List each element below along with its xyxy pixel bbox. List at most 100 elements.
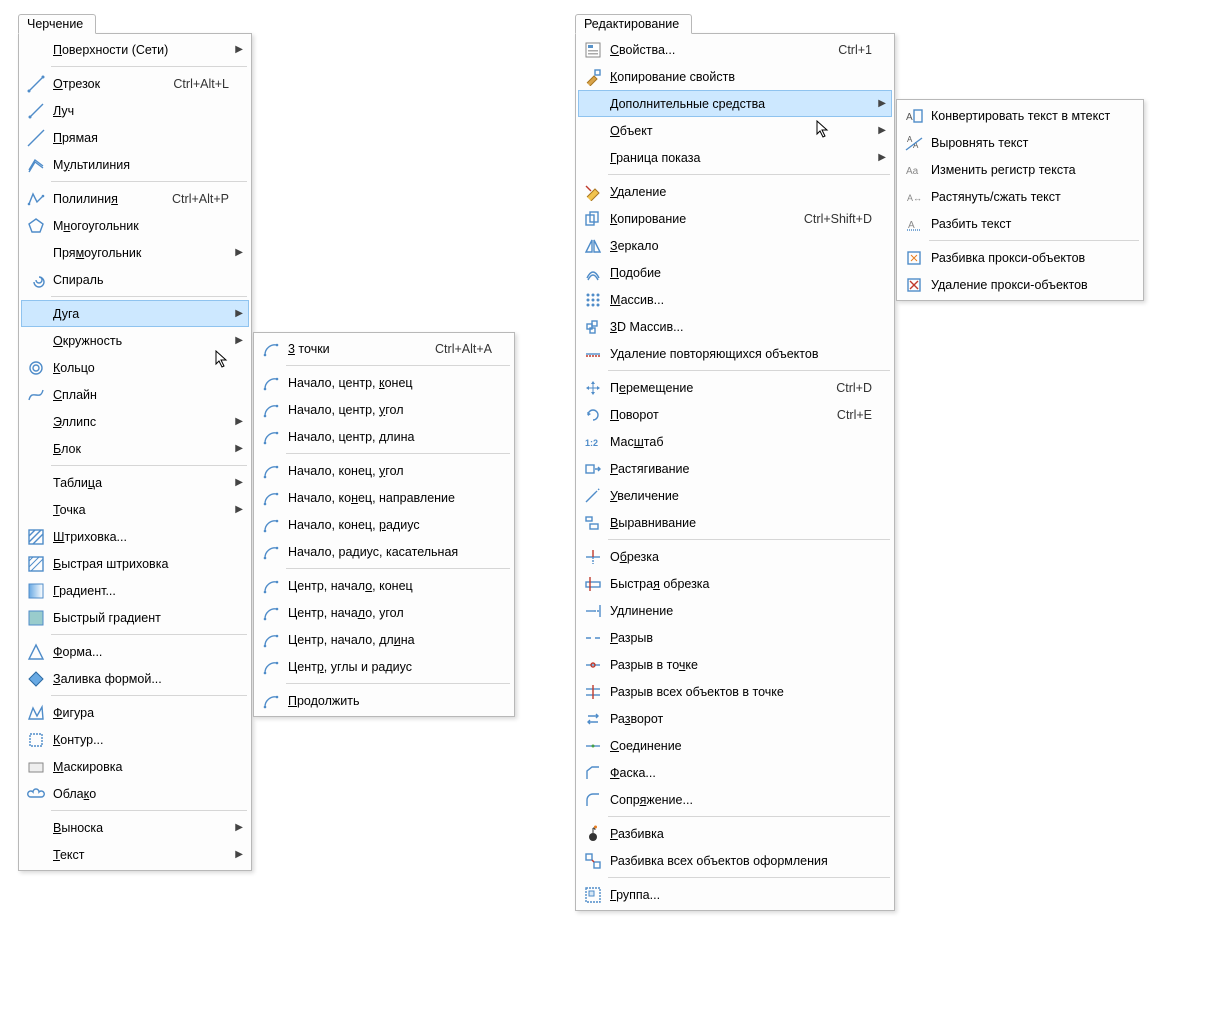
drawing_menu-item[interactable]: Контур... [21,726,249,753]
drawing_menu-item[interactable]: Спираль [21,266,249,293]
drawing_menu-item[interactable]: Сплайн [21,381,249,408]
drawing_menu-item[interactable]: Прямая [21,124,249,151]
extra_submenu-item[interactable]: Разбивка прокси-объектов [899,244,1141,271]
edit_menu-item[interactable]: 3D Массив... [578,313,892,340]
extra_submenu-item[interactable]: A↔Растянуть/сжать текст [899,183,1141,210]
drawing_menu-item[interactable]: Блок▶ [21,435,249,462]
edit_menu-item[interactable]: Растягивание [578,455,892,482]
arc-icon [260,489,282,507]
edit_menu-item[interactable]: Объект▶ [578,117,892,144]
edit_menu-item[interactable]: Свойства...Ctrl+1 [578,36,892,63]
drawing_menu-item[interactable]: Штриховка... [21,523,249,550]
arc_submenu-item[interactable]: Центр, начало, длина [256,626,512,653]
drawing_menu-item[interactable]: Таблица▶ [21,469,249,496]
arc-submenu[interactable]: 3 точкиCtrl+Alt+AНачало, центр, конецНач… [253,332,515,717]
drawing_menu-item[interactable]: Быстрая штриховка [21,550,249,577]
edit-menu[interactable]: Редактирование Свойства...Ctrl+1Копирова… [575,33,895,911]
menu-item-label: Сплайн [47,388,229,402]
arc_submenu-item[interactable]: Начало, радиус, касательная [256,538,512,565]
drawing-menu[interactable]: Черчение Поверхности (Сети)▶ОтрезокCtrl+… [18,33,252,871]
edit_menu-item[interactable]: Удаление повторяющихся объектов [578,340,892,367]
drawing_menu-item[interactable]: Луч [21,97,249,124]
drawing_menu-item[interactable]: Поверхности (Сети)▶ [21,36,249,63]
drawing_menu-item[interactable]: Выноска▶ [21,814,249,841]
drawing_menu-item[interactable]: Маскировка [21,753,249,780]
drawing_menu-item[interactable]: Дуга▶ [21,300,249,327]
edit_menu-item[interactable]: Зеркало [578,232,892,259]
txt2mtext-icon: A [903,107,925,125]
erase-icon [582,183,604,201]
extra_submenu-item[interactable]: AРазбить текст [899,210,1141,237]
menu-separator [608,370,890,371]
extra_submenu-item[interactable]: AaИзменить регистр текста [899,156,1141,183]
contour-icon [25,731,47,749]
drawing_menu-item[interactable]: Эллипс▶ [21,408,249,435]
arc_submenu-item[interactable]: Начало, центр, угол [256,396,512,423]
edit-menu-tab[interactable]: Редактирование [575,14,692,34]
arc_submenu-item[interactable]: Центр, начало, конец [256,572,512,599]
edit_menu-item[interactable]: Увеличение [578,482,892,509]
arc_submenu-item[interactable]: 3 точкиCtrl+Alt+A [256,335,512,362]
arc_submenu-item[interactable]: Центр, углы и радиус [256,653,512,680]
edit_menu-item[interactable]: Разрыв [578,624,892,651]
drawing_menu-item[interactable]: Облако [21,780,249,807]
arc_submenu-item[interactable]: Продолжить [256,687,512,714]
menu-item-label: Сопряжение... [604,793,872,807]
extra-tools-submenu[interactable]: AКонвертировать текст в мтекстAAВыровнят… [896,99,1144,301]
edit_menu-item[interactable]: Копирование свойств [578,63,892,90]
edit_menu-item[interactable]: Массив... [578,286,892,313]
edit_menu-item[interactable]: Обрезка [578,543,892,570]
qtrim-icon [582,575,604,593]
edit_menu-item[interactable]: Разбивка всех объектов оформления [578,847,892,874]
drawing_menu-item[interactable]: ПолилинияCtrl+Alt+P [21,185,249,212]
edit_menu-item[interactable]: Быстрая обрезка [578,570,892,597]
submenu-arrow-icon: ▶ [229,477,243,488]
edit_menu-item[interactable]: Фаска... [578,759,892,786]
drawing_menu-item[interactable]: Градиент... [21,577,249,604]
arc_submenu-item[interactable]: Центр, начало, угол [256,599,512,626]
edit_menu-item[interactable]: ПеремещениеCtrl+D [578,374,892,401]
drawing_menu-item[interactable]: Заливка формой... [21,665,249,692]
drawing_menu-item[interactable]: Окружность▶ [21,327,249,354]
edit_menu-item[interactable]: Дополнительные средства▶ [578,90,892,117]
hatch-icon [25,528,47,546]
menu-item-shortcut: Ctrl+E [819,408,872,422]
edit_menu-item[interactable]: Разрыв в точке [578,651,892,678]
edit_menu-item[interactable]: Удлинение [578,597,892,624]
drawing_menu-item[interactable]: Мультилиния [21,151,249,178]
edit_menu-item[interactable]: ПоворотCtrl+E [578,401,892,428]
menu-item-label: Эллипс [47,415,229,429]
arc_submenu-item[interactable]: Начало, центр, конец [256,369,512,396]
menu-item-label: Выноска [47,821,229,835]
drawing_menu-item[interactable]: ОтрезокCtrl+Alt+L [21,70,249,97]
extra_submenu-item[interactable]: AКонвертировать текст в мтекст [899,102,1141,129]
arc_submenu-item[interactable]: Начало, конец, угол [256,457,512,484]
edit_menu-item[interactable]: Выравнивание [578,509,892,536]
edit_menu-item[interactable]: Граница показа▶ [578,144,892,171]
drawing_menu-item[interactable]: Прямоугольник▶ [21,239,249,266]
drawing_menu-item[interactable]: Форма... [21,638,249,665]
drawing_menu-item[interactable]: Фигура [21,699,249,726]
edit_menu-item[interactable]: КопированиеCtrl+Shift+D [578,205,892,232]
extra_submenu-item[interactable]: Удаление прокси-объектов [899,271,1141,298]
arc_submenu-item[interactable]: Начало, конец, направление [256,484,512,511]
edit_menu-item[interactable]: Разворот [578,705,892,732]
arc_submenu-item[interactable]: Начало, центр, длина [256,423,512,450]
edit_menu-item[interactable]: Группа... [578,881,892,908]
arc_submenu-item[interactable]: Начало, конец, радиус [256,511,512,538]
edit_menu-item[interactable]: Соединение [578,732,892,759]
edit_menu-item[interactable]: 1:2Масштаб [578,428,892,455]
drawing_menu-item[interactable]: Быстрый градиент [21,604,249,631]
drawing_menu-item[interactable]: Текст▶ [21,841,249,868]
drawing-menu-tab[interactable]: Черчение [18,14,96,34]
edit_menu-item[interactable]: Удаление [578,178,892,205]
menu-item-label: Луч [47,104,229,118]
drawing_menu-item[interactable]: Кольцо [21,354,249,381]
drawing_menu-item[interactable]: Точка▶ [21,496,249,523]
extra_submenu-item[interactable]: AAВыровнять текст [899,129,1141,156]
edit_menu-item[interactable]: Разбивка [578,820,892,847]
edit_menu-item[interactable]: Сопряжение... [578,786,892,813]
edit_menu-item[interactable]: Разрыв всех объектов в точке [578,678,892,705]
edit_menu-item[interactable]: Подобие [578,259,892,286]
drawing_menu-item[interactable]: Многоугольник [21,212,249,239]
